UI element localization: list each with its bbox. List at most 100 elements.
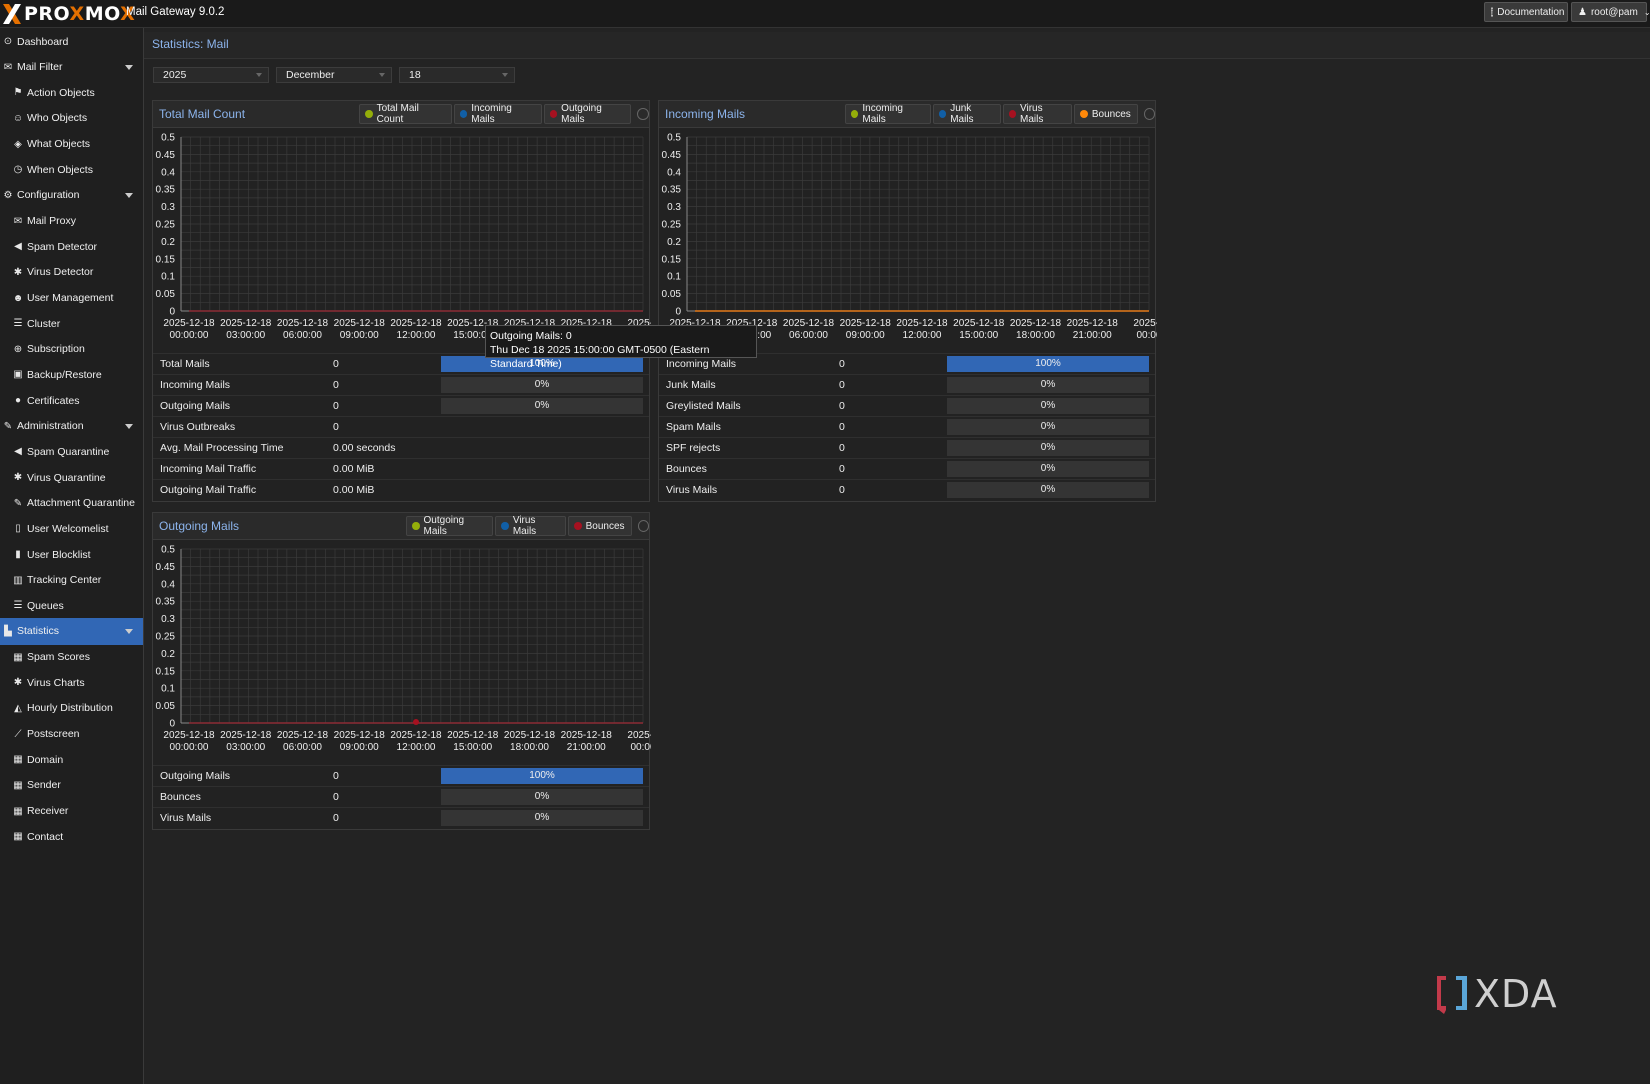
highlighted-data-point[interactable] [413, 719, 419, 725]
legend-color-dot [501, 522, 509, 530]
y-tick-label: 0.1 [161, 684, 175, 695]
row-label: Spam Mails [666, 421, 721, 433]
sidebar-item-mail-filter[interactable]: ✉ Mail Filter [0, 54, 143, 81]
table-row: Bounces 0 0% [659, 458, 1155, 479]
y-tick-label: 0.25 [156, 220, 176, 231]
bug-icon: ✱ [13, 472, 23, 484]
x-tick-label: 2025-12-18 [220, 318, 272, 329]
bug-icon: ✱ [13, 266, 23, 278]
sidebar-item-label: Dashboard [17, 35, 69, 48]
top-bar: PROXMOX Mail Gateway 9.0.2 i Documentati… [0, 0, 1650, 28]
sidebar-item-label: User Welcomelist [27, 522, 109, 535]
legend-color-dot [938, 110, 947, 118]
bug-icon: ✱ [13, 677, 23, 689]
legend-item-incoming-mails[interactable]: Incoming Mails [453, 103, 542, 125]
user-menu-button[interactable]: ♟ root@pam ⌄ [1571, 2, 1650, 22]
caret-down-icon[interactable] [125, 64, 133, 70]
proxmox-logo[interactable]: PROXMOX [2, 2, 135, 26]
percentage-bar: 0% [441, 398, 643, 414]
sidebar-item-queues[interactable]: ☰ Queues [0, 592, 143, 619]
legend-color-dot [851, 110, 859, 118]
table-row: Outgoing Mail Traffic 0.00 MiB [153, 479, 649, 500]
sidebar-item-sender[interactable]: ▦ Sender [0, 772, 143, 799]
sidebar-item-contact[interactable]: ▦ Contact [0, 823, 143, 850]
sidebar-item-virus-charts[interactable]: ✱ Virus Charts [0, 669, 143, 696]
row-value: 0 [333, 379, 339, 391]
sidebar-item-dashboard[interactable]: ⊙ Dashboard [0, 28, 143, 55]
legend-item-junk-mails[interactable]: Junk Mails [932, 103, 1001, 125]
chevron-down-icon: ⌄ [1643, 7, 1650, 17]
sidebar-item-cluster[interactable]: ☰ Cluster [0, 310, 143, 337]
sidebar-item-configuration[interactable]: ⚙ Configuration [0, 182, 143, 209]
legend-menu-icon[interactable] [637, 108, 649, 120]
panel-title: Incoming Mails [665, 107, 746, 121]
sidebar-item-administration[interactable]: ✎ Administration [0, 413, 143, 440]
month-select[interactable]: December [276, 67, 392, 83]
total-mail-count-panel: Total Mail Count Total Mail Count Incomin… [152, 100, 651, 502]
sidebar-item-tracking-center[interactable]: ▥ Tracking Center [0, 567, 143, 594]
legend-menu-icon[interactable] [637, 520, 649, 532]
legend-item-outgoing-mails[interactable]: Outgoing Mails [543, 103, 632, 125]
sidebar-item-label: Attachment Quarantine [27, 497, 135, 510]
table-icon: ▦ [13, 805, 23, 817]
x-tick-label: 06:00:00 [283, 330, 322, 341]
sidebar-item-hourly-distribution[interactable]: ◭ Hourly Distribution [0, 695, 143, 722]
x-tick-label: 2025-12-18 [220, 730, 272, 741]
envelope-icon: ✉ [3, 61, 13, 73]
caret-down-icon[interactable] [125, 192, 133, 198]
sidebar-item-postscreen[interactable]: ⟋ Postscreen [0, 721, 143, 748]
sidebar-item-spam-quarantine[interactable]: ◀ Spam Quarantine [0, 438, 143, 465]
sidebar-item-domain[interactable]: ▦ Domain [0, 746, 143, 773]
sidebar-item-who-objects[interactable]: ☺ Who Objects [0, 105, 143, 132]
x-tick-label: 2025-1 [1133, 318, 1157, 329]
legend-item-bounces[interactable]: Bounces [567, 516, 632, 536]
sidebar-item-statistics[interactable]: ▙ Statistics [0, 617, 143, 645]
sidebar-item-attachment-quarantine[interactable]: ✎ Attachment Quarantine [0, 490, 143, 517]
legend-item-incoming-mails[interactable]: Incoming Mails [845, 103, 931, 125]
sidebar-item-spam-scores[interactable]: ▦ Spam Scores [0, 644, 143, 671]
y-tick-label: 0.35 [156, 185, 176, 196]
sidebar-item-user-management[interactable]: ☻ User Management [0, 285, 143, 312]
area-chart-icon: ◭ [14, 702, 22, 714]
year-select[interactable]: 2025 [153, 67, 269, 83]
sidebar-item-label: Tracking Center [27, 574, 102, 587]
date-toolbar: 2025 December 18 [144, 60, 1650, 90]
outgoing-mails-chart: 0 0.05 0.1 0.15 0.2 0.25 0.3 0.35 0.4 0.45 0.5 2025… [156, 545, 651, 754]
legend-item-virus-mails[interactable]: Virus Mails [495, 515, 566, 537]
row-label: Incoming Mail Traffic [160, 463, 257, 475]
table-row: Outgoing Mails 0 100% [153, 765, 649, 786]
wrench-icon: ✎ [3, 420, 13, 432]
legend-item-outgoing-mails[interactable]: Outgoing Mails [406, 515, 494, 537]
sidebar-item-spam-detector[interactable]: ◀ Spam Detector [0, 233, 143, 260]
sidebar-item-certificates[interactable]: ● Certificates [0, 387, 143, 414]
caret-down-icon[interactable] [125, 423, 133, 429]
sidebar-item-when-objects[interactable]: ◷ When Objects [0, 156, 143, 183]
sidebar-item-subscription[interactable]: ⊕ Subscription [0, 336, 143, 363]
legend-item-virus-mails[interactable]: Virus Mails [1002, 103, 1072, 125]
row-value: 0 [839, 358, 845, 370]
sidebar-item-user-blocklist[interactable]: ▮ User Blocklist [0, 541, 143, 568]
documentation-button[interactable]: i Documentation [1484, 2, 1568, 22]
sidebar-item-mail-proxy[interactable]: ✉ Mail Proxy [0, 208, 143, 235]
legend-item-total-mail-count[interactable]: Total Mail Count [359, 103, 452, 125]
caret-down-icon[interactable] [125, 628, 133, 634]
sidebar-item-label: Cluster [27, 317, 61, 330]
incoming-mails-chart: 0 0.05 0.1 0.15 0.2 0.25 0.3 0.35 0.4 0.45 0.5 2025… [662, 133, 1157, 342]
row-label: Virus Mails [666, 484, 718, 496]
sidebar-item-virus-quarantine[interactable]: ✱ Virus Quarantine [0, 464, 143, 491]
sidebar-item-receiver[interactable]: ▦ Receiver [0, 798, 143, 825]
legend-color-dot [549, 110, 558, 118]
row-value: 0 [839, 463, 845, 475]
sidebar-item-action-objects[interactable]: ⚑ Action Objects [0, 79, 143, 106]
day-select[interactable]: 18 [399, 67, 515, 83]
sidebar-item-backup-restore[interactable]: ▣ Backup/Restore [0, 361, 143, 388]
sidebar-item-virus-detector[interactable]: ✱ Virus Detector [0, 259, 143, 286]
legend-item-bounces[interactable]: Bounces [1073, 104, 1138, 124]
main-title-bar [144, 32, 1650, 59]
sidebar-item-what-objects[interactable]: ◈ What Objects [0, 131, 143, 158]
percentage-bar: 0% [947, 461, 1149, 477]
table-row: Virus Mails 0 0% [153, 807, 649, 828]
y-tick-label: 0.45 [156, 150, 176, 161]
sidebar-item-user-welcomelist[interactable]: ▯ User Welcomelist [0, 515, 143, 542]
legend-menu-icon[interactable] [1143, 108, 1156, 120]
